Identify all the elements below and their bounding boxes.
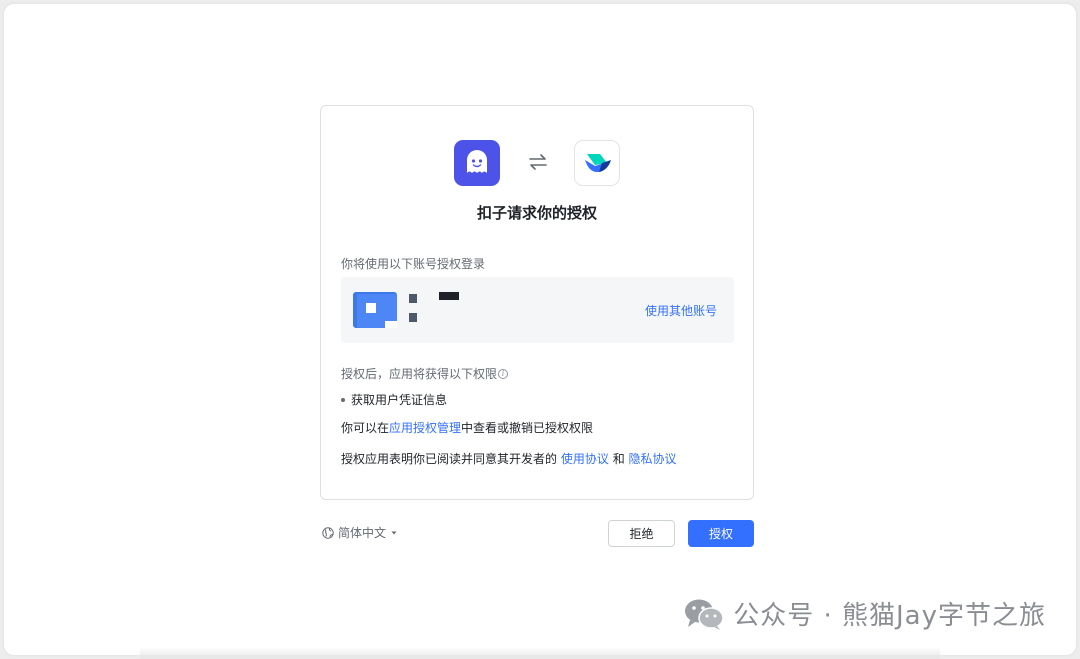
coze-app-icon	[454, 140, 500, 186]
account-card: 使用其他账号	[341, 277, 734, 343]
app-authorization-management-link[interactable]: 应用授权管理	[389, 421, 461, 435]
dialog-title: 扣子请求你的授权	[476, 204, 597, 222]
permission-list-item: 获取用户凭证信息	[341, 391, 447, 408]
masked-name-block	[439, 292, 459, 300]
privacy-policy-link[interactable]: 隐私协议	[629, 452, 677, 466]
watermark-text: 公众号 · 熊猫Jay字节之旅	[733, 601, 1046, 631]
info-icon[interactable]: i	[498, 368, 509, 379]
globe-icon	[322, 526, 334, 539]
language-label: 简体中文	[338, 526, 387, 540]
authorize-button[interactable]: 授权	[688, 520, 754, 547]
terms-of-use-link[interactable]: 使用协议	[561, 452, 609, 466]
wechat-icon	[685, 599, 724, 630]
manage-permissions-text: 你可以在应用授权管理中查看或撤销已授权权限	[341, 421, 594, 435]
reject-button[interactable]: 拒绝	[608, 520, 675, 547]
authorization-card: 扣子请求你的授权 你将使用以下账号授权登录 使用其他账号 授权后，应用将获得以下…	[320, 105, 754, 500]
bullet-icon	[341, 397, 345, 402]
feishu-app-icon	[574, 140, 620, 186]
use-other-account-link[interactable]: 使用其他账号	[645, 302, 717, 319]
avatar	[353, 292, 399, 330]
language-selector[interactable]: 简体中文	[322, 524, 398, 541]
caret-down-icon	[391, 531, 397, 534]
bottom-shadow	[140, 647, 940, 659]
account-label: 你将使用以下账号授权登录	[341, 257, 486, 271]
permissions-label: 授权后，应用将获得以下权限 i	[341, 365, 509, 382]
masked-email-block	[409, 313, 417, 322]
exchange-arrows-icon	[524, 150, 552, 174]
agreement-text: 授权应用表明你已阅读并同意其开发者的 使用协议 和 隐私协议	[341, 452, 677, 466]
masked-name-block	[409, 294, 417, 303]
watermark: 公众号 · 熊猫Jay字节之旅	[683, 595, 1046, 632]
